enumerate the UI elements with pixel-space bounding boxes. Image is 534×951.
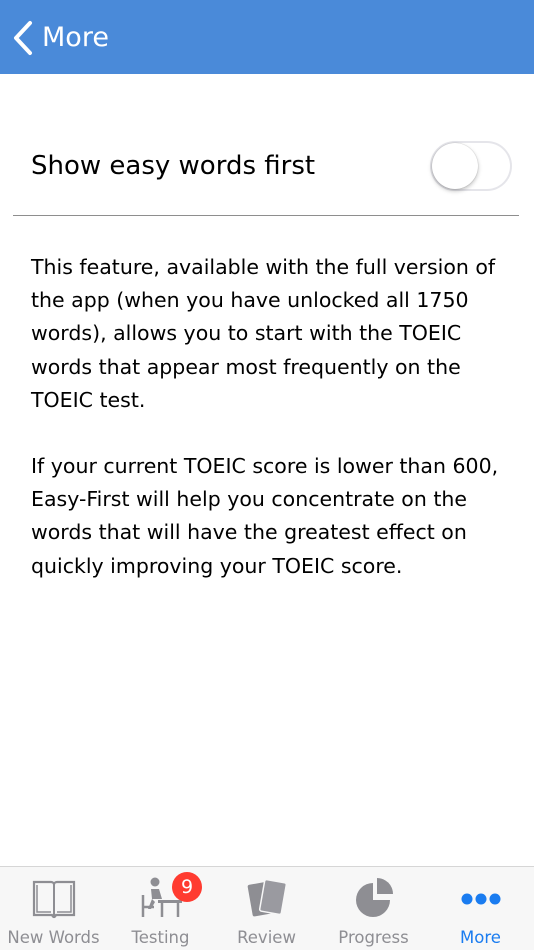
back-button[interactable]: More (12, 18, 109, 58)
tab-more[interactable]: More (427, 867, 534, 951)
chevron-left-icon (14, 21, 32, 55)
more-dots-icon (461, 893, 500, 905)
tab-progress[interactable]: Progress (320, 867, 427, 951)
cards-icon (247, 878, 287, 917)
tab-label: New Words (7, 928, 100, 947)
description-paragraph-1: This feature, available with the full ve… (31, 255, 496, 412)
toggle-knob (432, 143, 478, 189)
setting-label: Show easy words first (31, 151, 316, 181)
tab-label: Testing (131, 928, 190, 947)
back-label: More (42, 22, 109, 53)
divider (13, 215, 519, 216)
tab-review[interactable]: Review (213, 867, 320, 951)
tab-label: More (460, 928, 501, 947)
easy-words-toggle[interactable] (430, 141, 512, 191)
tab-label: Progress (338, 928, 409, 947)
tab-label: Review (237, 928, 296, 947)
tab-bar: New Words Testing Review Progress More (0, 866, 534, 950)
book-icon (32, 880, 75, 919)
testing-badge: 9 (172, 872, 202, 902)
tab-new-words[interactable]: New Words (0, 867, 107, 951)
navigation-bar: More (0, 0, 534, 74)
description-paragraph-2: If your current TOEIC score is lower tha… (31, 454, 499, 578)
pie-chart-icon (355, 878, 393, 917)
